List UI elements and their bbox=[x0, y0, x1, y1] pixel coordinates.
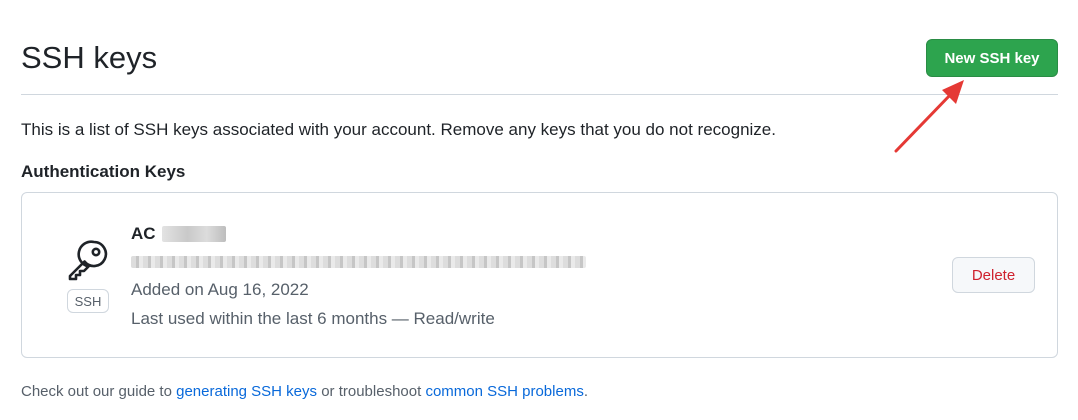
key-last-used: Last used within the last 6 months — Rea… bbox=[131, 309, 495, 328]
delete-key-button[interactable]: Delete bbox=[952, 257, 1035, 293]
footer-middle: or troubleshoot bbox=[317, 383, 426, 400]
header-divider bbox=[21, 94, 1058, 95]
key-added-date: Added on Aug 16, 2022 bbox=[131, 280, 309, 299]
key-type-badge: SSH bbox=[67, 289, 109, 313]
common-ssh-problems-link[interactable]: common SSH problems bbox=[425, 383, 583, 400]
page-title: SSH keys bbox=[21, 40, 158, 75]
help-footer: Check out our guide to generating SSH ke… bbox=[21, 383, 588, 400]
footer-prefix: Check out our guide to bbox=[21, 383, 177, 400]
new-ssh-key-button[interactable]: New SSH key bbox=[926, 39, 1058, 77]
redacted-key-title bbox=[161, 226, 226, 242]
intro-text: This is a list of SSH keys associated wi… bbox=[21, 120, 776, 139]
key-title: AC bbox=[131, 224, 226, 244]
generating-ssh-keys-link[interactable]: generating SSH keys bbox=[176, 383, 317, 400]
footer-suffix: . bbox=[583, 383, 588, 400]
redacted-fingerprint bbox=[131, 256, 586, 268]
key-icon bbox=[68, 240, 108, 281]
ssh-key-card: SSH AC Added on Aug 16, 2022 Last used w… bbox=[21, 192, 1058, 358]
key-title-text: AC bbox=[131, 224, 156, 243]
section-title: Authentication Keys bbox=[21, 162, 186, 181]
